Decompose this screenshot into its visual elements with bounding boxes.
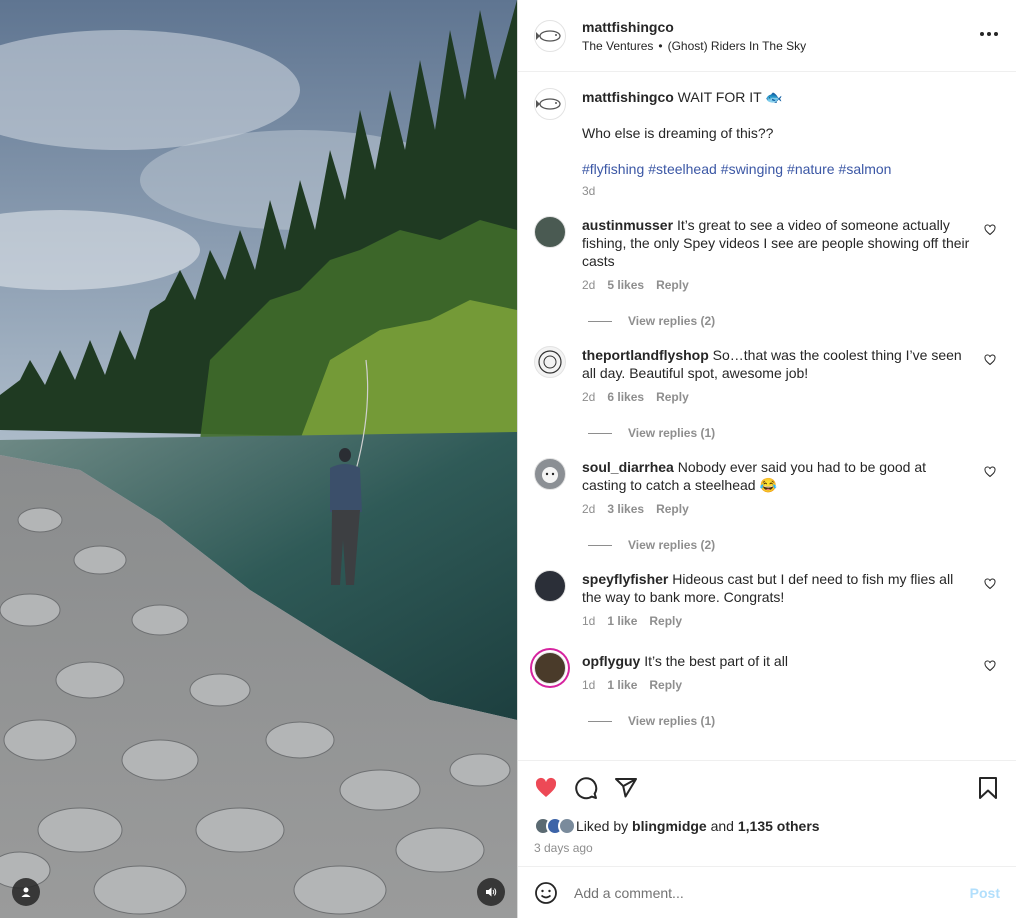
user-tag-button[interactable] <box>12 878 40 906</box>
sound-icon <box>486 887 497 897</box>
shop-logo-icon <box>538 350 562 374</box>
comment-username[interactable]: theportlandflyshop <box>582 347 709 363</box>
view-replies-button[interactable]: View replies (2) <box>588 538 1000 552</box>
reply-button[interactable]: Reply <box>656 502 689 516</box>
liker-username[interactable]: blingmidge <box>632 818 707 834</box>
likes-count[interactable]: 1,135 others <box>738 818 820 834</box>
audio-info[interactable]: The Ventures • (Ghost) Riders In The Sky <box>582 39 806 53</box>
commenter-avatar[interactable] <box>534 652 566 684</box>
comment-time[interactable]: 1d <box>582 678 595 692</box>
hashtag[interactable]: #salmon <box>839 161 892 177</box>
audio-separator: • <box>658 38 663 53</box>
more-icon <box>980 32 984 36</box>
comment-likes[interactable]: 6 likes <box>607 390 644 404</box>
comment-username[interactable]: soul_diarrhea <box>582 459 674 475</box>
heart-icon[interactable] <box>984 466 996 478</box>
fishing-scene-image <box>0 0 517 918</box>
comment-likes[interactable]: 5 likes <box>607 278 644 292</box>
view-replies-button[interactable]: View replies (2) <box>588 314 1000 328</box>
post-dialog: mattfishingco The Ventures • (Ghost) Rid… <box>0 0 1016 918</box>
caption-username[interactable]: mattfishingco <box>582 89 674 105</box>
more-options-button[interactable] <box>980 26 998 42</box>
comment-time[interactable]: 2d <box>582 278 595 292</box>
comment: austinmusser It’s great to see a video o… <box>534 216 1000 292</box>
post-button[interactable]: Post <box>970 885 1000 901</box>
commenter-avatar[interactable] <box>534 216 566 248</box>
caption-text: WAIT FOR IT 🐟 <box>677 89 783 105</box>
comment-input[interactable] <box>574 884 970 901</box>
reply-button[interactable]: Reply <box>649 678 682 692</box>
comment-username[interactable]: opflyguy <box>582 653 640 669</box>
comment-time[interactable]: 2d <box>582 390 595 404</box>
commenter-avatar[interactable] <box>534 346 566 378</box>
commenter-avatar[interactable] <box>534 570 566 602</box>
author-username[interactable]: mattfishingco <box>582 19 806 35</box>
hashtags: #flyfishing #steelhead #swinging #nature #sa… <box>582 160 972 178</box>
audio-track[interactable]: (Ghost) Riders In The Sky <box>668 39 807 53</box>
reply-button[interactable]: Reply <box>649 614 682 628</box>
comment-time[interactable]: 1d <box>582 614 595 628</box>
reply-button[interactable]: Reply <box>656 278 689 292</box>
fish-logo-icon <box>536 29 561 42</box>
hashtag[interactable]: #steelhead <box>648 161 717 177</box>
bookmark-icon[interactable] <box>976 776 1000 800</box>
comment-likes[interactable]: 1 like <box>607 678 637 692</box>
post-header: mattfishingco The Ventures • (Ghost) Rid… <box>518 0 1016 72</box>
view-replies-button[interactable]: View replies (1) <box>588 714 1000 728</box>
caption-avatar[interactable] <box>534 88 566 120</box>
commenter-avatar[interactable] <box>534 458 566 490</box>
fish-logo-icon <box>536 98 561 110</box>
comment-time[interactable]: 2d <box>582 502 595 516</box>
heart-icon[interactable] <box>984 578 996 590</box>
comment: theportlandflyshop So…that was the coole… <box>534 346 1000 404</box>
view-replies-button[interactable]: View replies (1) <box>588 426 1000 440</box>
add-comment-bar: Post <box>518 866 1016 918</box>
heart-icon[interactable] <box>984 660 996 672</box>
comment-text: It’s the best part of it all <box>644 653 788 669</box>
share-icon[interactable] <box>614 776 638 800</box>
comment: opflyguy It’s the best part of it all 1d… <box>534 652 1000 692</box>
heart-icon[interactable] <box>984 354 996 366</box>
reply-button[interactable]: Reply <box>656 390 689 404</box>
comment-username[interactable]: speyflyfisher <box>582 571 668 587</box>
comment-likes[interactable]: 3 likes <box>607 502 644 516</box>
emoji-icon[interactable] <box>534 881 558 905</box>
dog-avatar-icon <box>542 467 558 483</box>
hashtag[interactable]: #flyfishing <box>582 161 644 177</box>
action-bar: Liked by blingmidge and 1,135 others 3 d… <box>518 760 1016 866</box>
comment-likes[interactable]: 1 like <box>607 614 637 628</box>
comment-username[interactable]: austinmusser <box>582 217 673 233</box>
post-video[interactable] <box>0 0 517 918</box>
comment: speyflyfisher Hideous cast but I def nee… <box>534 570 1000 628</box>
user-tag-icon <box>21 887 31 897</box>
author-avatar[interactable] <box>534 19 566 52</box>
caption: mattfishingco WAIT FOR IT 🐟 Who else is … <box>534 88 1000 198</box>
liker-avatars[interactable] <box>534 817 576 835</box>
post-side-panel: mattfishingco The Ventures • (Ghost) Rid… <box>517 0 1016 918</box>
heart-icon[interactable] <box>984 224 996 236</box>
heart-icon[interactable] <box>534 776 558 800</box>
comment: soul_diarrhea Nobody ever said you had t… <box>534 458 1000 516</box>
liked-by: Liked by blingmidge and 1,135 others <box>534 817 1000 835</box>
post-date[interactable]: 3 days ago <box>534 841 1000 855</box>
audio-artist[interactable]: The Ventures <box>582 39 653 53</box>
comment-icon[interactable] <box>574 776 598 800</box>
hashtag[interactable]: #nature <box>787 161 834 177</box>
hashtag[interactable]: #swinging <box>721 161 783 177</box>
comments-list[interactable]: mattfishingco WAIT FOR IT 🐟 Who else is … <box>518 72 1016 760</box>
caption-time[interactable]: 3d <box>582 184 595 198</box>
caption-line2: Who else is dreaming of this?? <box>582 125 774 141</box>
sound-toggle-button[interactable] <box>477 878 505 906</box>
